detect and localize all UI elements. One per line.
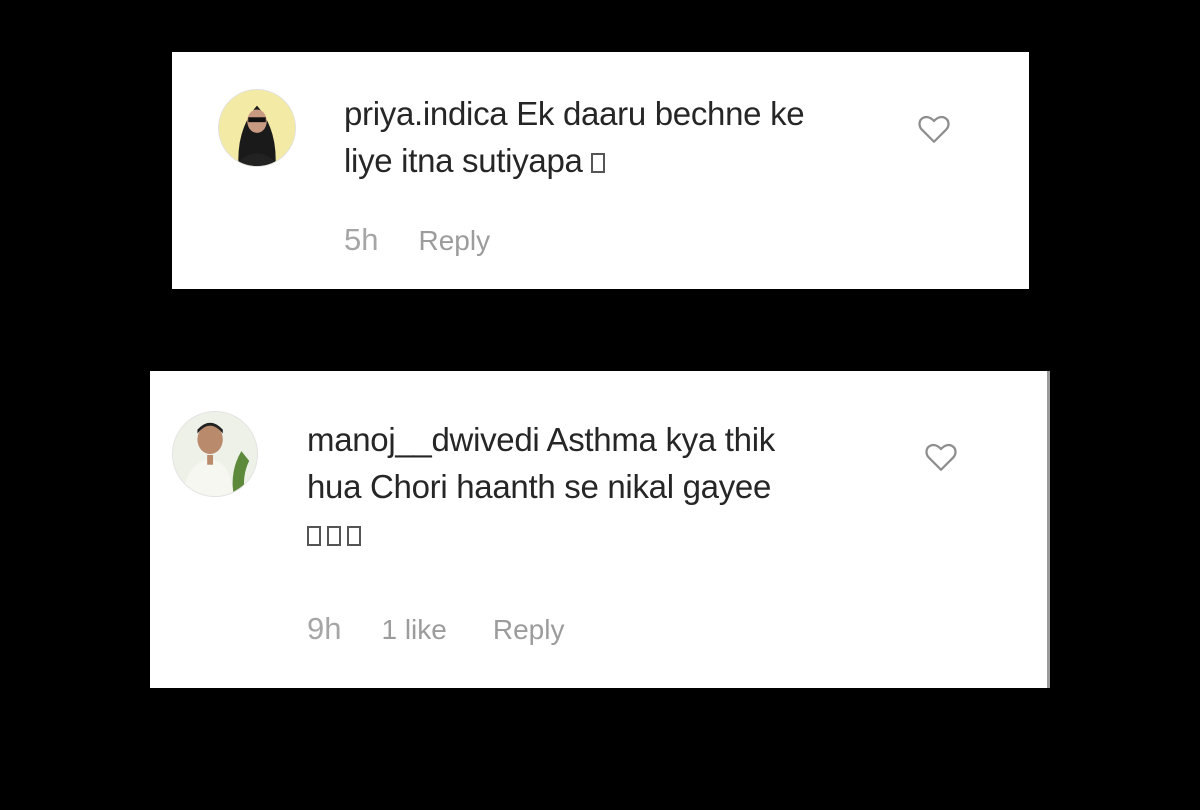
comment-body-line2: hua Chori haanth se nikal gayee: [307, 468, 772, 505]
comment-card: manoj__dwivedi Asthma kya thik hua Chori…: [150, 371, 1050, 688]
comment-text: manoj__dwivedi Asthma kya thik hua Chori…: [307, 416, 927, 557]
comment-timestamp[interactable]: 9h: [307, 611, 341, 647]
reply-button[interactable]: Reply: [418, 225, 490, 257]
user-avatar[interactable]: [172, 411, 258, 497]
reply-button[interactable]: Reply: [493, 614, 565, 646]
comment-text: priya.indica Ek daaru bechne ke liye itn…: [344, 90, 884, 184]
comment-meta: 5h Reply: [344, 222, 490, 258]
heart-outline-icon[interactable]: [917, 113, 951, 145]
comment-body-line2: liye itna sutiyapa: [344, 142, 583, 179]
comment-card: priya.indica Ek daaru bechne ke liye itn…: [172, 52, 1029, 289]
comment-like-count[interactable]: 1 like: [381, 614, 446, 646]
emoji-placeholder-icon: [307, 526, 321, 546]
comment-body-line1: Ek daaru bechne ke: [516, 95, 805, 132]
avatar-man-icon: [173, 412, 257, 496]
avatar-woman-icon: [219, 90, 295, 166]
comment-meta: 9h 1 like Reply: [307, 611, 564, 647]
comment-username[interactable]: manoj__dwivedi: [307, 421, 540, 458]
emoji-placeholder-icon: [591, 153, 606, 173]
screenshot-stage: priya.indica Ek daaru bechne ke liye itn…: [0, 0, 1200, 810]
emoji-placeholder-icon: [327, 526, 341, 546]
emoji-placeholder-icon: [347, 526, 361, 546]
comment-timestamp[interactable]: 5h: [344, 222, 378, 258]
comment-username[interactable]: priya.indica: [344, 95, 508, 132]
user-avatar[interactable]: [218, 89, 296, 167]
heart-outline-icon[interactable]: [924, 441, 958, 473]
comment-body-line1: Asthma kya thik: [546, 421, 776, 458]
